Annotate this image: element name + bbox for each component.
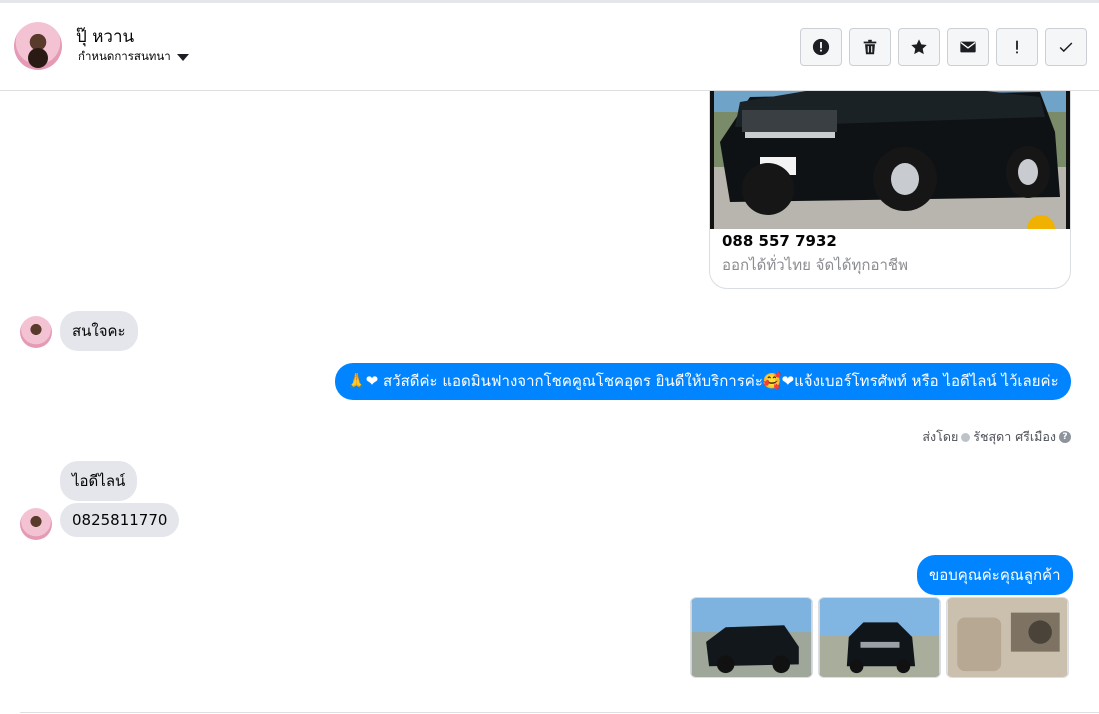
message-outgoing: 🙏❤ สวัสดีค่ะ แอดมินฟางจากโชคคูณโชคอุดร ย…	[335, 363, 1071, 400]
star-button[interactable]	[898, 28, 940, 66]
sent-by-prefix: ส่งโดย	[922, 429, 959, 444]
message-text: สวัสดีค่ะ แอดมินฟางจากโชคคูณโชคอุดร ยินด…	[383, 372, 1059, 390]
contact-name[interactable]: ปุ๊ หวาน	[76, 23, 134, 50]
truck-photo	[710, 91, 1070, 229]
message-incoming: สนใจคะ	[60, 311, 138, 351]
status-dot-icon	[961, 432, 971, 442]
avatar[interactable]	[20, 316, 52, 348]
message-thread[interactable]: 088 557 7932 ออกได้ทั่วไทย จัดได้ทุกอาชี…	[0, 91, 1099, 703]
mark-done-button[interactable]	[1045, 28, 1087, 66]
avatar[interactable]	[14, 22, 62, 70]
help-icon[interactable]: ?	[1059, 431, 1071, 443]
avatar[interactable]	[20, 508, 52, 540]
card-description: ออกได้ทั่วไทย จัดได้ทุกอาชีพ	[722, 256, 908, 274]
card-phone: 088 557 7932	[722, 232, 837, 250]
alert-circle-icon	[812, 38, 830, 56]
message-incoming: 0825811770	[60, 503, 180, 537]
conversation-settings-label: กำหนดการสนทนา	[78, 49, 171, 63]
message-outgoing: ขอบคุณค่ะคุณลูกค้า	[917, 555, 1073, 595]
message-incoming: ไอดีไลน์	[60, 461, 138, 501]
conversation-header: ปุ๊ หวาน กำหนดการสนทนา	[0, 0, 1099, 91]
gallery-image[interactable]	[818, 597, 941, 678]
mark-unread-button[interactable]	[947, 28, 989, 66]
conversation-settings-dropdown[interactable]: กำหนดการสนทนา	[78, 48, 189, 66]
image-gallery	[690, 597, 1069, 678]
envelope-icon	[960, 41, 976, 53]
star-icon	[911, 39, 927, 55]
sent-by-indicator: ส่งโดย รัชสุดา ศรีเมือง ?	[922, 427, 1071, 447]
sender-name[interactable]: รัชสุดา ศรีเมือง	[973, 427, 1056, 447]
action-toolbar	[800, 28, 1087, 66]
trash-icon	[863, 39, 877, 55]
gallery-image[interactable]	[690, 597, 813, 678]
checkmark-icon	[1059, 42, 1073, 53]
gallery-image[interactable]	[946, 597, 1069, 678]
exclamation-icon	[1016, 40, 1018, 54]
mark-spam-button[interactable]	[996, 28, 1038, 66]
divider	[20, 712, 1099, 713]
caret-down-icon	[176, 53, 189, 61]
ad-card[interactable]: 088 557 7932 ออกได้ทั่วไทย จัดได้ทุกอาชี…	[709, 91, 1071, 289]
report-button[interactable]	[800, 28, 842, 66]
emoji-prayer-heart: 🙏❤	[347, 372, 379, 390]
delete-button[interactable]	[849, 28, 891, 66]
